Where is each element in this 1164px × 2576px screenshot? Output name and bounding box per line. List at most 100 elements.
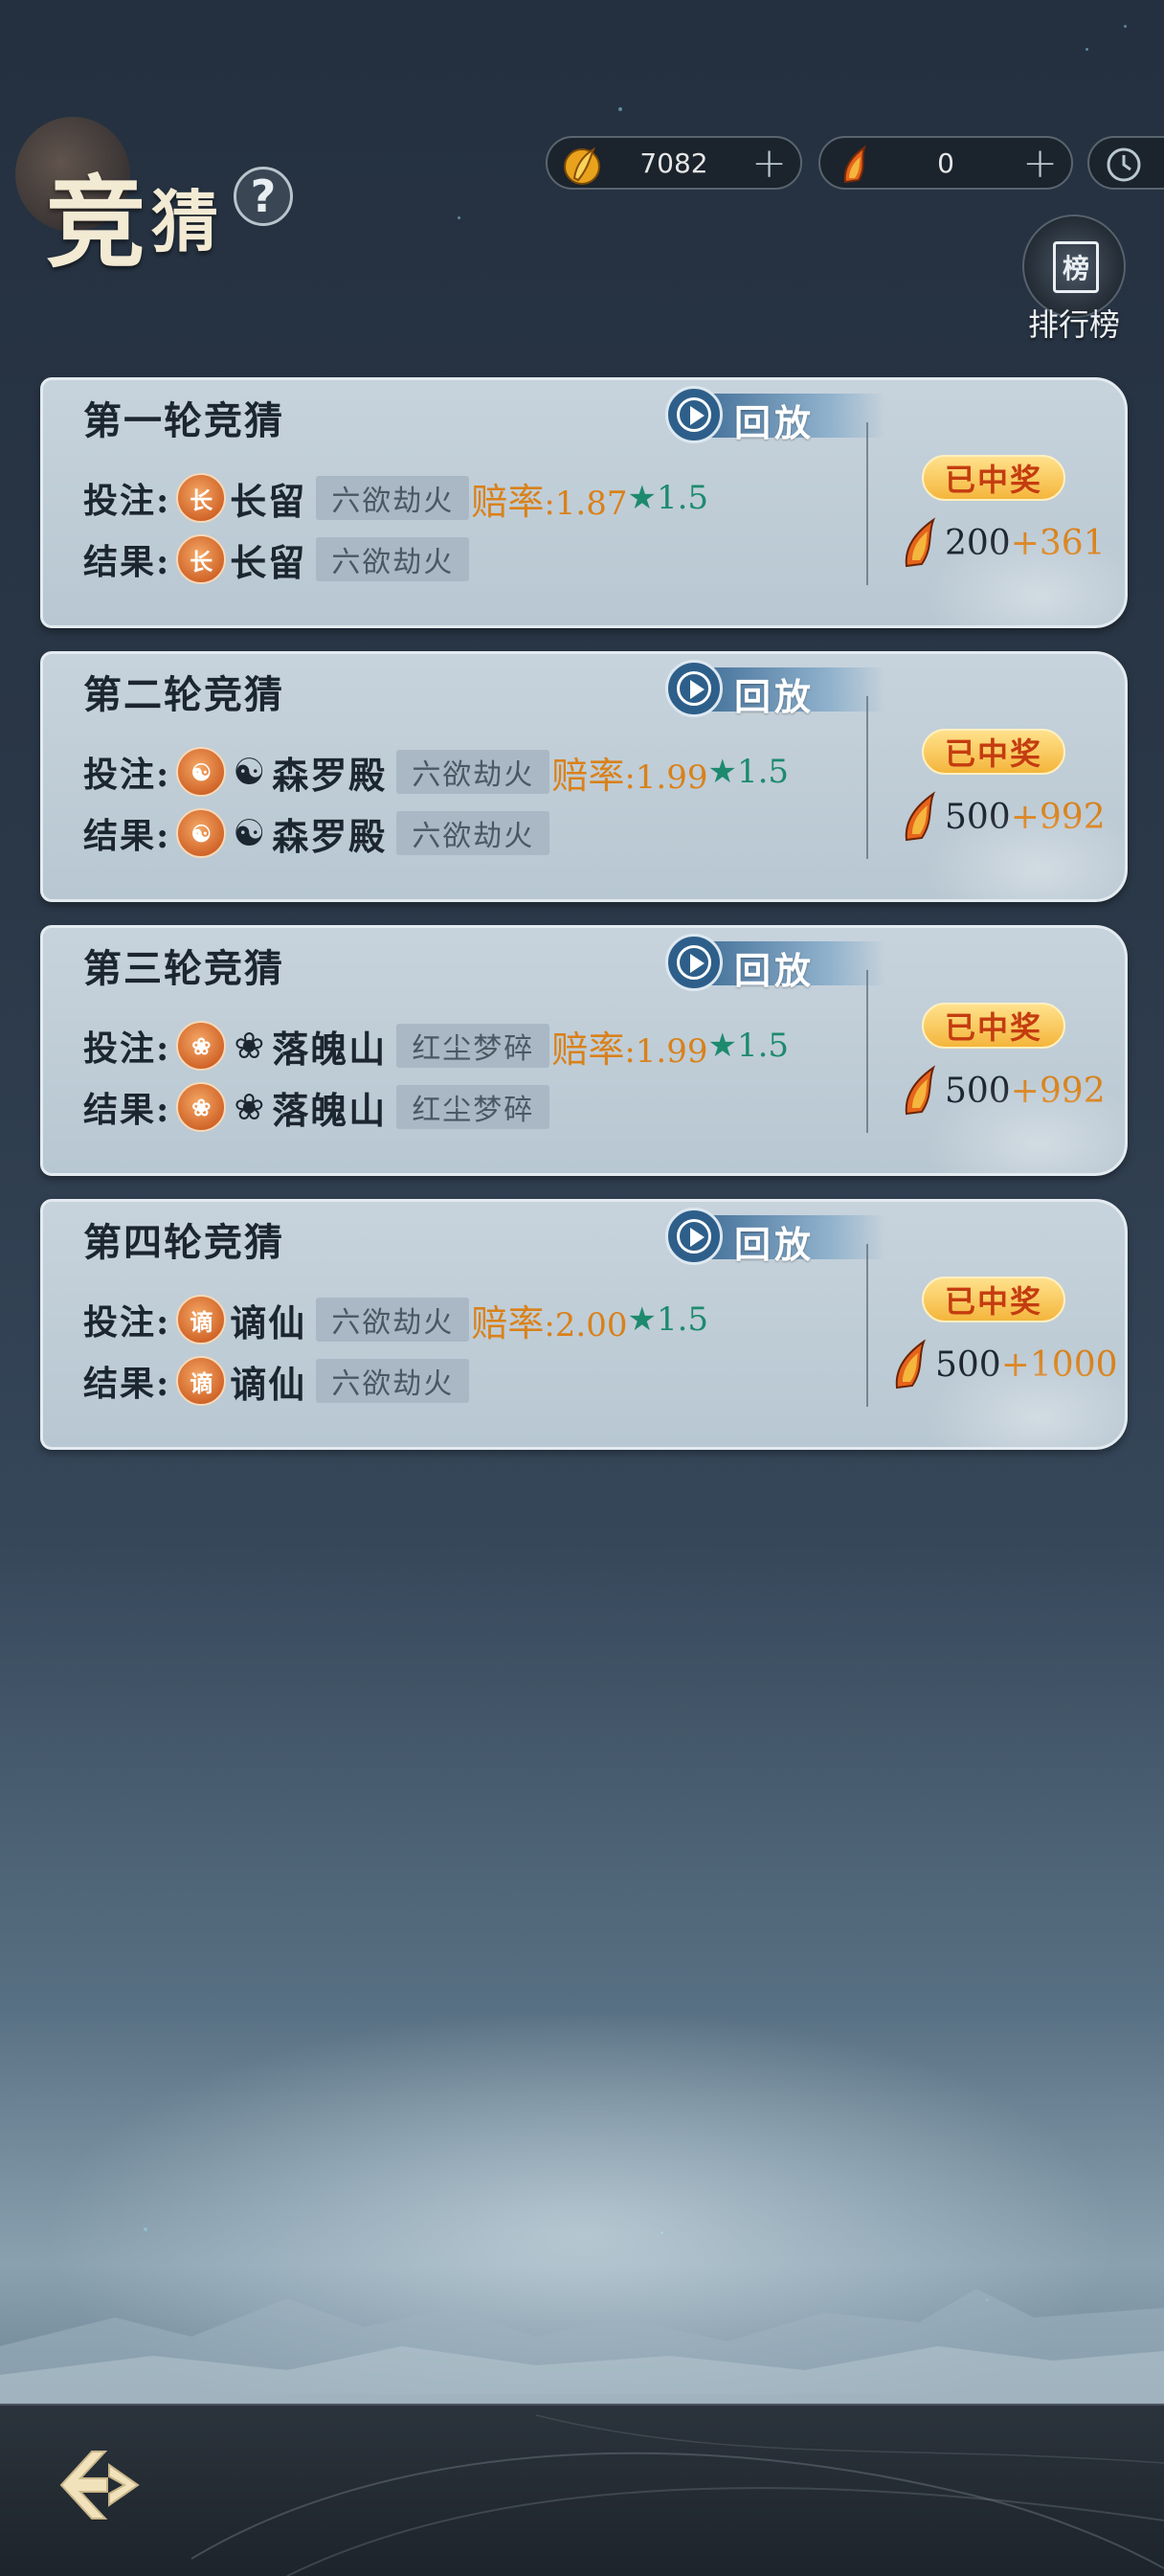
add-gold-button[interactable]: + xyxy=(751,141,787,187)
prize-base: 500 xyxy=(945,1071,1011,1111)
help-button[interactable]: ? xyxy=(234,167,293,226)
flower-icon: ❀ xyxy=(234,1086,265,1128)
replay-label: 回放 xyxy=(734,949,816,992)
round-card-1: 第一轮竞猜 回放 投注: 长 长留 六欲劫火 赔率:1.87 ★1.5 结果: … xyxy=(40,377,1128,628)
prize-amount: 500 +992 xyxy=(899,788,1106,846)
replay-button[interactable]: 回放 xyxy=(665,934,895,993)
currency-gold-value: 7082 xyxy=(639,147,708,179)
result-row: 结果: ❀ ❀ 落魄山 红尘梦碎 xyxy=(83,1081,550,1133)
round-title: 第二轮竞猜 xyxy=(83,672,284,717)
currency-fire-bar: 0 + xyxy=(818,136,1073,190)
odds-multiplier: ★1.5 xyxy=(627,479,709,517)
result-sect-name: 森罗殿 xyxy=(272,814,388,858)
prize-amount: 500 +992 xyxy=(899,1062,1106,1119)
bet-label: 投注: xyxy=(83,1028,171,1069)
result-sect-name: 落魄山 xyxy=(272,1088,388,1132)
fire-feather-coin-icon xyxy=(905,791,936,842)
prize-bonus: +992 xyxy=(1010,797,1106,837)
play-icon xyxy=(665,1208,723,1265)
result-label: 结果: xyxy=(83,542,171,582)
sect-badge-icon: 谪 xyxy=(176,1356,227,1406)
bet-row: 投注: ☯ ☯ 森罗殿 六欲劫火 赔率:1.99 ★1.5 xyxy=(83,746,789,798)
yin-yang-icon: ☯ xyxy=(233,751,266,793)
replay-button[interactable]: 回放 xyxy=(665,386,895,445)
fire-feather-coin-icon xyxy=(895,1339,927,1390)
replay-label: 回放 xyxy=(734,401,816,444)
bet-tag: 六欲劫火 xyxy=(316,1298,470,1342)
sect-badge-icon: 长 xyxy=(176,473,227,523)
result-row: 结果: ☯ ☯ 森罗殿 六欲劫火 xyxy=(83,807,550,859)
card-divider xyxy=(866,970,868,1133)
replay-button[interactable]: 回放 xyxy=(665,660,895,719)
bottom-bar xyxy=(0,2404,1164,2576)
flower-icon: ❀ xyxy=(234,1025,265,1067)
gold-feather-coin-icon xyxy=(564,147,600,185)
result-sect-name: 长留 xyxy=(230,540,307,584)
result-sect-name: 谪仙 xyxy=(230,1362,307,1406)
currency-fire-value: 0 xyxy=(937,147,954,179)
play-icon xyxy=(665,934,723,991)
bet-tag: 六欲劫火 xyxy=(396,750,550,794)
result-tag: 六欲劫火 xyxy=(316,537,470,581)
card-divider xyxy=(866,696,868,859)
result-label: 结果: xyxy=(83,1090,171,1130)
title-char-secondary: 猜 xyxy=(151,182,218,261)
ranking-icon: 榜 xyxy=(1053,241,1099,293)
result-row: 结果: 长 长留 六欲劫火 xyxy=(83,533,470,585)
odds-multiplier: ★1.5 xyxy=(707,753,790,791)
fire-feather-coin-icon xyxy=(905,1065,936,1116)
back-arrow-icon[interactable] xyxy=(50,2432,155,2538)
play-icon xyxy=(665,660,723,717)
result-tag: 六欲劫火 xyxy=(396,811,550,855)
sect-badge-icon: ❀ xyxy=(176,1082,227,1132)
bet-row: 投注: 长 长留 六欲劫火 赔率:1.87 ★1.5 xyxy=(83,472,708,524)
round-title: 第三轮竞猜 xyxy=(83,946,284,991)
sect-badge-icon: ❀ xyxy=(176,1021,227,1071)
sect-badge-icon: 长 xyxy=(176,534,227,584)
prize-bonus: +361 xyxy=(1010,523,1106,563)
history-clock-button[interactable] xyxy=(1087,136,1164,190)
replay-button[interactable]: 回放 xyxy=(665,1208,895,1267)
won-status-badge: 已中奖 xyxy=(922,455,1065,501)
currency-gold-bar: 7082 + xyxy=(546,136,802,190)
bet-row: 投注: ❀ ❀ 落魄山 红尘梦碎 赔率:1.99 ★1.5 xyxy=(83,1020,789,1072)
bet-sect-name: 长留 xyxy=(230,479,307,523)
round-title: 第四轮竞猜 xyxy=(83,1220,284,1265)
result-tag: 六欲劫火 xyxy=(316,1359,470,1403)
odds-label: 赔率:1.87 xyxy=(471,480,628,523)
bet-row: 投注: 谪 谪仙 六欲劫火 赔率:2.00 ★1.5 xyxy=(83,1294,708,1345)
bet-label: 投注: xyxy=(83,1302,171,1343)
round-title: 第一轮竞猜 xyxy=(83,398,284,443)
prize-base: 500 xyxy=(945,797,1011,837)
result-tag: 红尘梦碎 xyxy=(396,1085,550,1129)
odds-label: 赔率:2.00 xyxy=(471,1301,628,1344)
odds-multiplier: ★1.5 xyxy=(627,1300,709,1339)
won-status-badge: 已中奖 xyxy=(922,729,1065,775)
add-fire-button[interactable]: + xyxy=(1022,141,1058,187)
bottom-swirl-decoration xyxy=(190,2414,1164,2576)
clock-icon xyxy=(1107,147,1141,182)
prize-base: 500 xyxy=(935,1344,1001,1385)
round-card-4: 第四轮竞猜 回放 投注: 谪 谪仙 六欲劫火 赔率:2.00 ★1.5 结果: … xyxy=(40,1199,1128,1450)
sect-badge-icon: ☯ xyxy=(176,808,227,858)
bet-sect-name: 谪仙 xyxy=(230,1300,307,1344)
title-char-main: 竞 xyxy=(46,164,148,282)
result-row: 结果: 谪 谪仙 六欲劫火 xyxy=(83,1355,470,1407)
bet-sect-name: 森罗殿 xyxy=(272,753,388,797)
bet-sect-name: 落魄山 xyxy=(272,1027,388,1071)
replay-label: 回放 xyxy=(734,1223,816,1266)
yin-yang-icon: ☯ xyxy=(233,812,266,854)
won-status-badge: 已中奖 xyxy=(922,1277,1065,1322)
odds-value: :1.99 xyxy=(624,1031,708,1071)
play-icon xyxy=(665,386,723,443)
ranking-button[interactable]: 榜 排行榜 xyxy=(1018,215,1130,343)
sect-badge-icon: ☯ xyxy=(176,747,227,797)
odds-multiplier: ★1.5 xyxy=(707,1027,790,1065)
prize-amount: 500 +1000 xyxy=(889,1336,1118,1393)
prize-bonus: +992 xyxy=(1010,1071,1106,1111)
page-title: 竞 猜 ? xyxy=(15,115,322,282)
bet-label: 投注: xyxy=(83,755,171,795)
bet-tag: 红尘梦碎 xyxy=(396,1024,550,1068)
won-status-badge: 已中奖 xyxy=(922,1003,1065,1049)
round-card-3: 第三轮竞猜 回放 投注: ❀ ❀ 落魄山 红尘梦碎 赔率:1.99 ★1.5 结… xyxy=(40,925,1128,1176)
